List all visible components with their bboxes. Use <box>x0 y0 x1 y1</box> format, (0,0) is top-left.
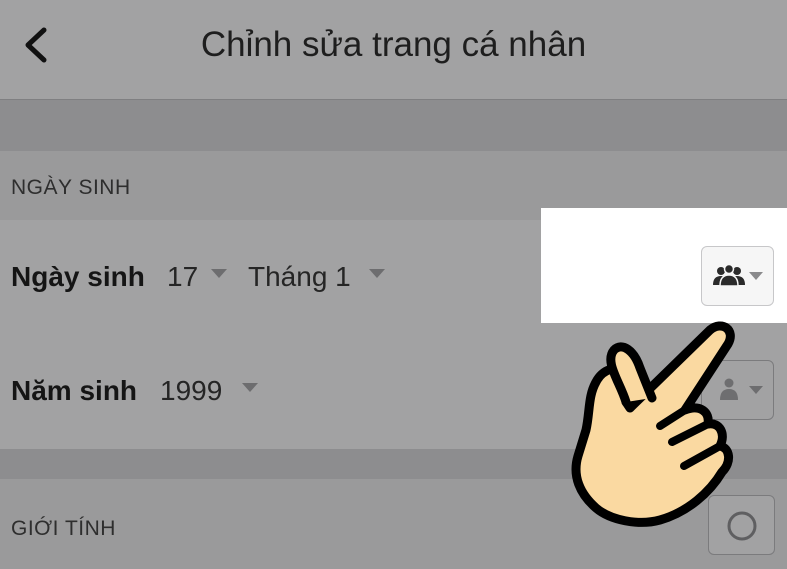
birthday-section-heading: NGÀY SINH <box>11 176 131 199</box>
year-select[interactable]: 1999 <box>160 375 222 407</box>
year-caret-icon[interactable] <box>242 383 258 392</box>
birth-year-label: Năm sinh <box>11 375 138 406</box>
date-audience-button[interactable] <box>701 246 774 306</box>
birthday-date-label: Ngày sinh <box>11 261 145 292</box>
gender-section-heading: GIỚI TÍNH <box>11 517 116 540</box>
divider-band <box>0 100 787 151</box>
day-caret-icon[interactable] <box>211 269 227 278</box>
audience-caret-icon <box>749 386 763 394</box>
day-select[interactable]: 17 <box>167 261 198 293</box>
pointing-hand-icon <box>571 321 735 527</box>
month-caret-icon[interactable] <box>369 269 385 278</box>
month-select[interactable]: Tháng 1 <box>248 261 351 293</box>
audience-caret-icon <box>749 272 763 280</box>
page-title: Chỉnh sửa trang cá nhân <box>200 25 587 64</box>
back-chevron-icon[interactable] <box>20 26 54 64</box>
people-icon <box>713 264 745 287</box>
